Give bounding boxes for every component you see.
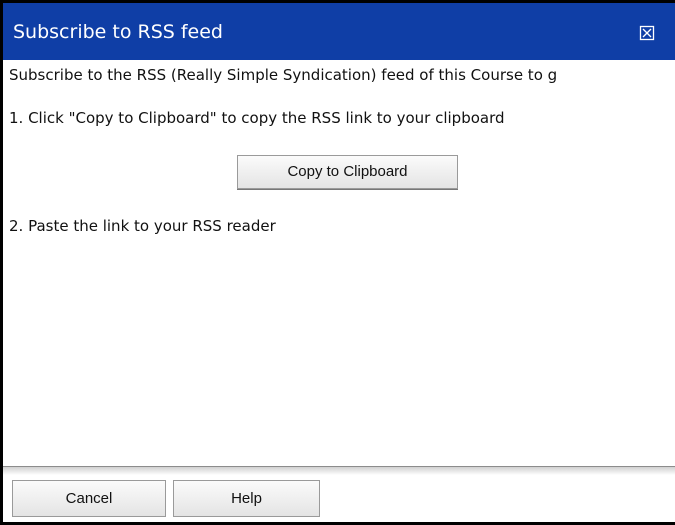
cancel-button[interactable]: Cancel — [12, 480, 166, 517]
step-2-instruction: 2. Paste the link to your RSS reader — [9, 217, 276, 235]
step-1-instruction: 1. Click "Copy to Clipboard" to copy the… — [9, 109, 505, 127]
intro-text: Subscribe to the RSS (Really Simple Synd… — [9, 66, 558, 84]
rss-subscribe-dialog: Subscribe to RSS feed Subscribe to the R… — [0, 0, 675, 525]
close-icon[interactable] — [639, 25, 655, 41]
dialog-title-bar: Subscribe to RSS feed — [3, 3, 675, 60]
copy-to-clipboard-button[interactable]: Copy to Clipboard — [237, 155, 458, 189]
footer-separator — [3, 466, 675, 475]
help-button[interactable]: Help — [173, 480, 320, 517]
dialog-title: Subscribe to RSS feed — [13, 21, 223, 43]
